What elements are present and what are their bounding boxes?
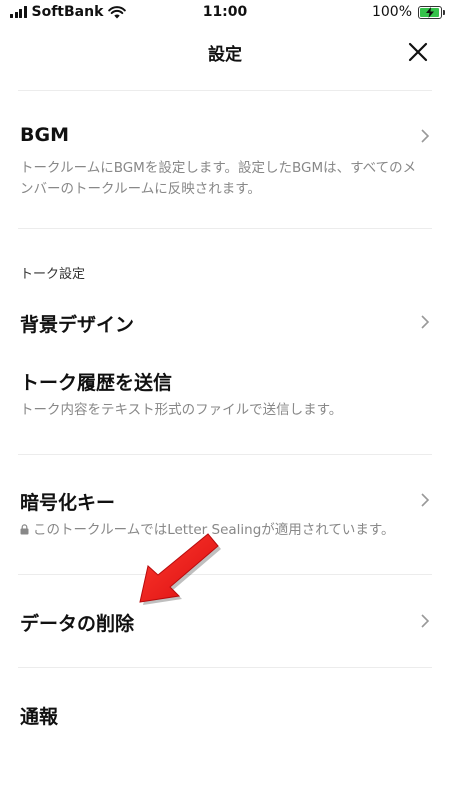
close-icon[interactable] [404, 38, 432, 66]
setting-item-background[interactable]: 背景デザイン [0, 300, 450, 346]
annotation-arrow-icon [139, 533, 221, 605]
charging-bolt-icon [426, 6, 434, 18]
item-title: 通報 [20, 706, 59, 728]
item-description: トークルームにBGMを設定します。設定したBGMは、すべてのメンバーのトークルー… [20, 160, 417, 197]
chevron-right-icon [421, 315, 430, 329]
item-title: 背景デザイン [20, 314, 135, 336]
setting-item-send-history[interactable]: トーク履歴を送信 トーク内容をテキスト形式のファイルで送信します。 [0, 358, 450, 428]
chevron-right-icon [421, 614, 430, 628]
section-label: トーク設定 [20, 267, 86, 282]
divider [18, 228, 432, 229]
setting-item-bgm[interactable]: BGM トークルームにBGMを設定します。設定したBGMは、すべてのメンバーのト… [0, 112, 450, 212]
divider [18, 454, 432, 455]
lock-icon [20, 524, 29, 535]
item-title: BGM [20, 124, 69, 146]
battery-percent: 100% [371, 4, 412, 20]
chevron-right-icon [421, 129, 430, 143]
status-bar: SoftBank 11:00 100% [0, 0, 450, 26]
item-description: トーク内容をテキスト形式のファイルで送信します。 [20, 402, 343, 418]
item-title: トーク履歴を送信 [20, 372, 173, 394]
item-title: データの削除 [20, 613, 135, 635]
divider [18, 667, 432, 668]
battery-icon [418, 5, 445, 19]
item-title: 暗号化キー [20, 492, 116, 514]
header: 設定 [0, 26, 450, 78]
chevron-right-icon [421, 493, 430, 507]
setting-item-report[interactable]: 通報 [0, 693, 450, 739]
battery-group: 100% [371, 4, 445, 20]
divider [18, 90, 432, 91]
page-title: 設定 [208, 45, 242, 65]
